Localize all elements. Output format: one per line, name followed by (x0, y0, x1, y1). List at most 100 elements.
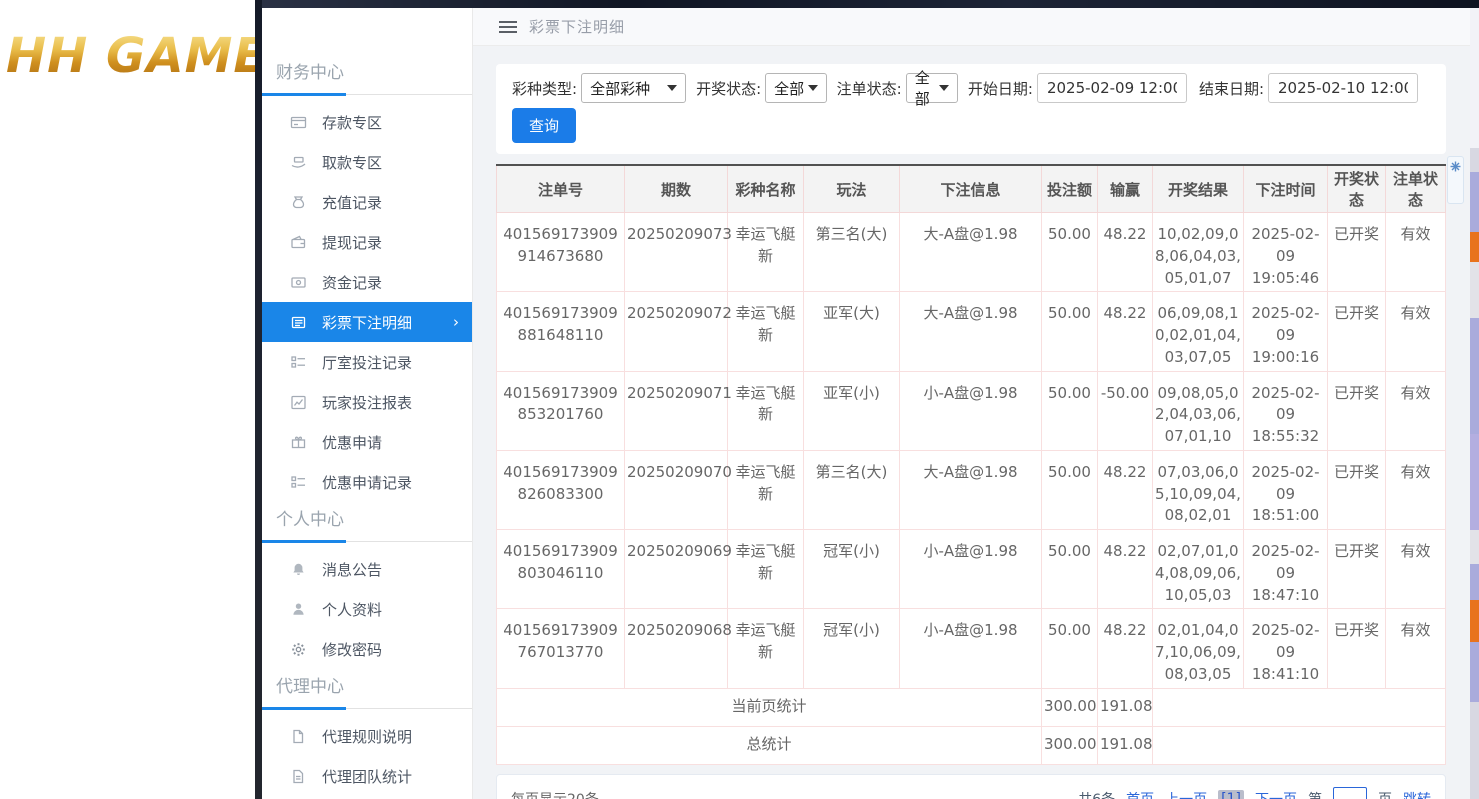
table-row: 401569173909826083300 20250209070 幸运飞艇新 … (497, 450, 1446, 529)
sidebar-item-announcements[interactable]: 消息公告 (262, 549, 472, 589)
sidebar-item-promo-apply[interactable]: 优惠申请 (262, 422, 472, 462)
sidebar-item-recharge-record[interactable]: 充值记录 (262, 182, 472, 222)
sidebar-item-agent-team-stats[interactable]: 代理团队统计 (262, 756, 472, 796)
summary-winloss: 191.08 (1098, 688, 1153, 726)
summary-bet-amount: 300.00 (1042, 688, 1098, 726)
cell-bet-time: 2025-02-09 19:00:16 (1244, 292, 1328, 371)
cell-draw-result: 02,07,01,04,08,09,06,10,05,03 (1153, 530, 1244, 609)
start-date-input[interactable] (1037, 73, 1187, 103)
jump-page-input[interactable] (1333, 787, 1367, 799)
sidebar-item-promo-record[interactable]: 优惠申请记录 (262, 462, 472, 502)
page-topbar: 彩票下注明细 (473, 8, 1479, 46)
jump-suffix-text: 页 (1378, 789, 1392, 799)
cell-bet-info: 大-A盘@1.98 (900, 450, 1042, 529)
cell-draw-result: 09,08,05,02,04,03,06,07,01,10 (1153, 371, 1244, 450)
cell-bet-id: 401569173909826083300 (497, 450, 625, 529)
summary-row-total: 总统计 300.00 191.08 (497, 726, 1446, 764)
sidebar-item-withdrawal-record[interactable]: 提现记录 (262, 222, 472, 262)
col-header-order-status: 注单状态 (1386, 165, 1446, 213)
col-header-bet-time: 下注时间 (1244, 165, 1328, 213)
per-page-text: 每页显示20条 (511, 789, 599, 799)
current-page-badge: [1] (1218, 790, 1244, 799)
cell-draw-status: 已开奖 (1328, 371, 1386, 450)
cell-play-type: 冠军(小) (804, 609, 900, 688)
sidebar-item-player-bet-report[interactable]: 玩家投注报表 (262, 382, 472, 422)
cell-lottery-name: 幸运飞艇新 (728, 371, 804, 450)
cell-order-status: 有效 (1386, 213, 1446, 292)
cell-winloss: 48.22 (1098, 609, 1153, 688)
sidebar-item-withdraw[interactable]: 取款专区 (262, 142, 472, 182)
cell-play-type: 亚军(大) (804, 292, 900, 371)
sidebar-item-label: 个人资料 (322, 599, 382, 620)
brand-panel: HH GAME (0, 0, 255, 799)
gift-icon (289, 434, 307, 451)
cell-bet-time: 2025-02-09 18:55:32 (1244, 371, 1328, 450)
summary-empty (1153, 688, 1446, 726)
page-title: 彩票下注明细 (529, 16, 625, 37)
jump-prefix-text: 第 (1308, 789, 1322, 799)
main-content: 彩票下注明细 彩种类型: 全部彩种 开奖状态: 全部 注单状态: 全部 开始日期… (473, 8, 1479, 799)
draw-status-select[interactable]: 全部 (765, 73, 827, 103)
document-stats-icon (289, 768, 307, 785)
cell-draw-status: 已开奖 (1328, 213, 1386, 292)
cell-bet-time: 2025-02-09 18:47:10 (1244, 530, 1328, 609)
chevron-down-icon (667, 85, 677, 91)
col-header-bet-amount: 投注额 (1042, 165, 1098, 213)
hamburger-menu-icon[interactable] (499, 21, 517, 33)
sidebar-item-label: 厅室投注记录 (322, 352, 412, 373)
sidebar-item-label: 玩家投注报表 (322, 392, 412, 413)
pagination-bar: 每页显示20条 共6条 首页 上一页 [1] 下一页 第 页 跳转 (496, 774, 1446, 799)
search-button[interactable]: 查询 (512, 108, 576, 143)
page-edge-artifact (1470, 0, 1479, 799)
table-row: 401569173909914673680 20250209073 幸运飞艇新 … (497, 213, 1446, 292)
prev-page-link[interactable]: 上一页 (1165, 789, 1207, 799)
cell-order-status: 有效 (1386, 609, 1446, 688)
sidebar-item-lottery-bet-details[interactable]: 彩票下注明细 › (262, 302, 472, 342)
cell-bet-info: 小-A盘@1.98 (900, 371, 1042, 450)
sidebar-item-label: 优惠申请记录 (322, 472, 412, 493)
lottery-type-select[interactable]: 全部彩种 (581, 73, 686, 103)
order-status-select[interactable]: 全部 (906, 73, 958, 103)
cell-bet-time: 2025-02-09 18:51:00 (1244, 450, 1328, 529)
sidebar-item-label: 代理团队统计 (322, 766, 412, 787)
draw-status-label: 开奖状态: (696, 78, 761, 99)
document-icon (289, 728, 307, 745)
cell-period: 20250209068 (625, 609, 728, 688)
summary-label: 总统计 (497, 726, 1042, 764)
col-header-draw-result: 开奖结果 (1153, 165, 1244, 213)
sidebar-item-label: 充值记录 (322, 192, 382, 213)
sidebar-header: 玩家中心 PLAYERS CENTER (262, 8, 472, 55)
chart-icon (289, 394, 307, 411)
sidebar-item-label: 修改密码 (322, 639, 382, 660)
list-icon (289, 314, 307, 331)
cell-bet-amount: 50.00 (1042, 450, 1098, 529)
cell-draw-status: 已开奖 (1328, 450, 1386, 529)
sidebar-item-deposit[interactable]: 存款专区 (262, 102, 472, 142)
sidebar-item-agent-rules[interactable]: 代理规则说明 (262, 716, 472, 756)
jump-link[interactable]: 跳转 (1403, 789, 1431, 799)
cell-bet-info: 小-A盘@1.98 (900, 530, 1042, 609)
end-date-input[interactable] (1268, 73, 1418, 103)
gamepad-icon (418, 15, 464, 51)
col-header-draw-status: 开奖状态 (1328, 165, 1386, 213)
cell-bet-id: 401569173909853201760 (497, 371, 625, 450)
bets-table: 注单号 期数 彩种名称 玩法 下注信息 投注额 输赢 开奖结果 下注时间 开奖状… (496, 164, 1446, 765)
chevron-right-icon: › (453, 313, 459, 331)
cell-period: 20250209069 (625, 530, 728, 609)
first-page-link[interactable]: 首页 (1126, 789, 1154, 799)
cell-lottery-name: 幸运飞艇新 (728, 292, 804, 371)
moneybag-icon (289, 194, 307, 211)
sidebar-item-change-password[interactable]: 修改密码 (262, 629, 472, 669)
cell-period: 20250209070 (625, 450, 728, 529)
cell-draw-status: 已开奖 (1328, 292, 1386, 371)
sidebar-item-hall-bet-record[interactable]: 厅室投注记录 (262, 342, 472, 382)
section-divider (262, 93, 472, 96)
section-title-personal: 个人中心 (262, 502, 472, 540)
sidebar-item-profile[interactable]: 个人资料 (262, 589, 472, 629)
cell-draw-status: 已开奖 (1328, 609, 1386, 688)
table-row: 401569173909803046110 20250209069 幸运飞艇新 … (497, 530, 1446, 609)
next-page-link[interactable]: 下一页 (1255, 789, 1297, 799)
funds-icon (289, 274, 307, 291)
sidebar-item-funds-record[interactable]: 资金记录 (262, 262, 472, 302)
wallet-icon (289, 234, 307, 251)
